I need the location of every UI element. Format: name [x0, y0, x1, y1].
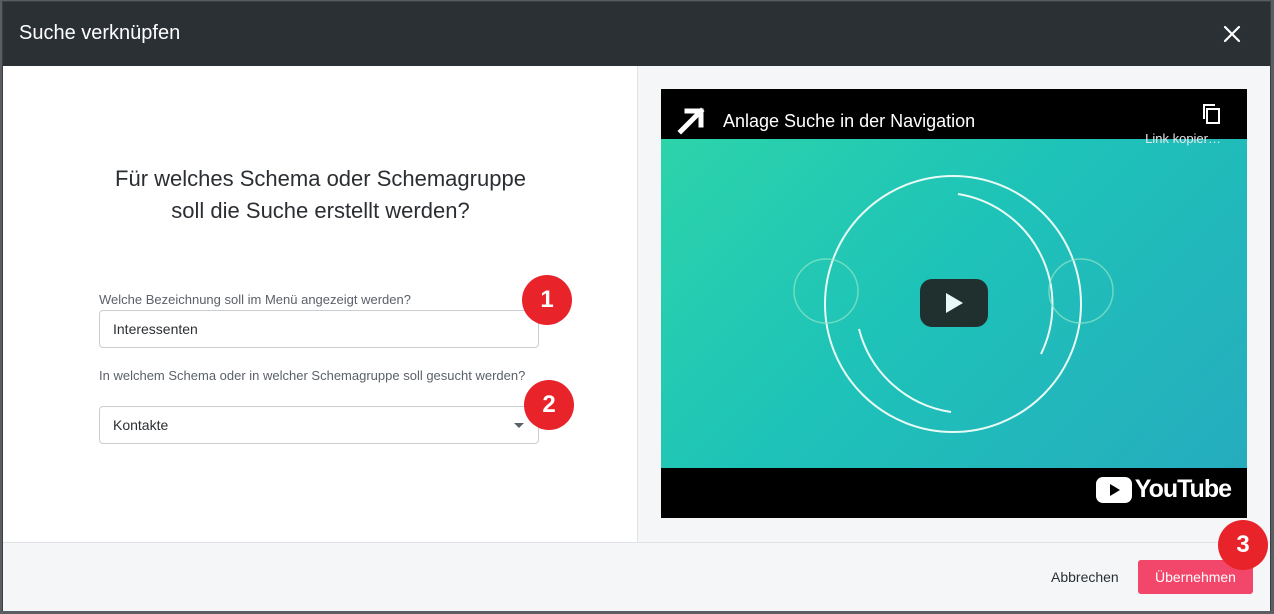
youtube-logo[interactable]: YouTube: [1095, 475, 1232, 504]
close-icon[interactable]: [1216, 18, 1248, 50]
dialog-footer: Abbrechen Übernehmen: [3, 542, 1270, 611]
question-heading: Für welches Schema oder Schemagruppe sol…: [115, 166, 526, 223]
schema-select[interactable]: Kontakte: [99, 406, 539, 444]
schema-select-value: Kontakte: [113, 417, 169, 433]
step-badge-2: 2: [524, 380, 574, 430]
dialog-title: Suche verknüpfen: [19, 22, 181, 44]
copy-link-label[interactable]: Link kopier…: [1145, 131, 1221, 146]
play-icon[interactable]: [920, 279, 988, 327]
schema-label: In welchem Schema oder in welcher Schema…: [99, 368, 526, 383]
menu-label: Welche Bezeichnung soll im Menü angezeig…: [99, 292, 411, 307]
copy-link-icon[interactable]: [1201, 103, 1221, 130]
share-arrow-icon[interactable]: [675, 103, 709, 142]
video-player[interactable]: Anlage Suche in der Navigation Link kopi…: [661, 89, 1247, 518]
cancel-button[interactable]: Abbrechen: [1039, 560, 1131, 594]
menu-name-input[interactable]: Interessenten: [99, 310, 539, 348]
dialog-header: Suche verknüpfen: [3, 2, 1270, 66]
step-badge-1: 1: [522, 275, 572, 325]
youtube-wordmark: YouTube: [1134, 475, 1232, 503]
video-bottom-bar: YouTube: [661, 468, 1247, 518]
step-badge-3: 3: [1218, 520, 1268, 570]
youtube-play-icon: [1095, 476, 1132, 503]
form-panel: Für welches Schema oder Schemagruppe sol…: [3, 66, 638, 542]
chevron-down-icon: [514, 423, 524, 428]
link-search-dialog: Suche verknüpfen Für welches Schema oder…: [3, 2, 1270, 611]
video-title[interactable]: Anlage Suche in der Navigation: [723, 111, 975, 132]
